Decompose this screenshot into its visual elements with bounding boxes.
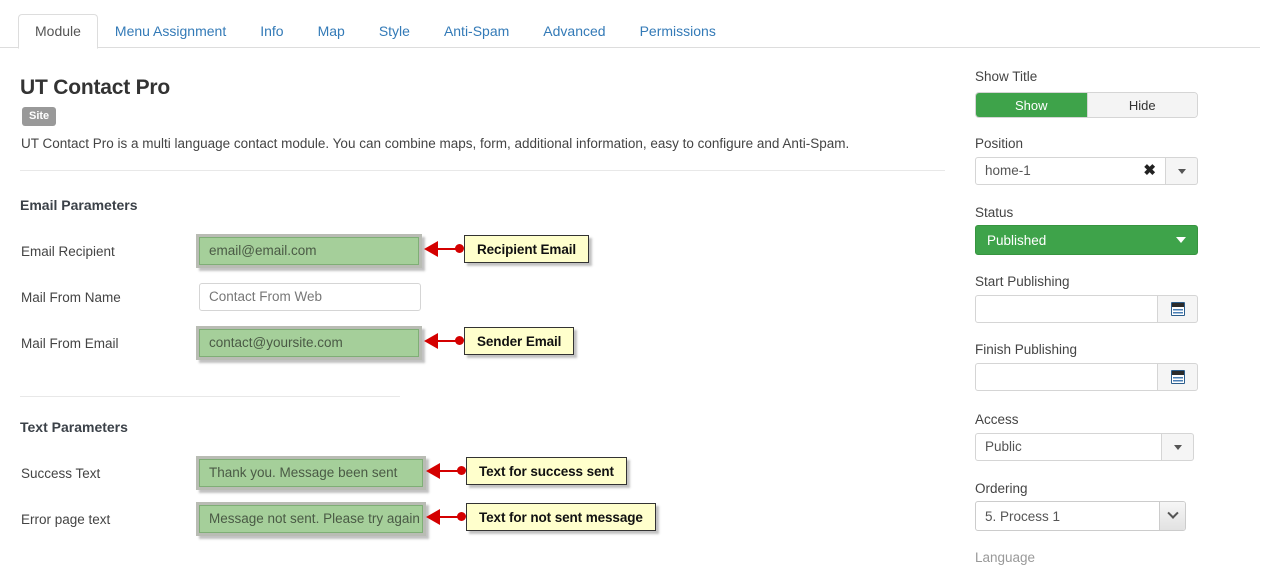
main-panel: UT Contact Pro Site UT Contact Pro is a … — [0, 48, 960, 571]
callout-label-recipient: Recipient Email — [464, 235, 590, 263]
select-status[interactable]: Published — [975, 225, 1198, 255]
tab-permissions[interactable]: Permissions — [623, 14, 733, 49]
app-root: Module Menu Assignment Info Map Style An… — [0, 0, 1280, 571]
position-value[interactable]: home-1 ✖ — [975, 157, 1166, 185]
tab-bar: Module Menu Assignment Info Map Style An… — [0, 0, 1280, 49]
label-ordering: Ordering — [975, 481, 1028, 496]
select-ordering[interactable]: 5. Process 1 — [975, 501, 1186, 531]
label-error-page-text: Error page text — [21, 512, 111, 527]
label-success-text: Success Text — [21, 466, 101, 481]
arrow-dot-icon — [457, 512, 466, 521]
field-start-publishing[interactable] — [975, 295, 1198, 323]
highlight-frame-error-text: Message not sent. Please try again — [196, 502, 426, 536]
callout-recipient-email: Recipient Email — [424, 235, 590, 263]
label-mail-from-name: Mail From Name — [21, 290, 121, 305]
ordering-dropdown-button[interactable] — [1159, 502, 1185, 530]
section-divider-top — [20, 170, 945, 171]
tab-info[interactable]: Info — [243, 14, 300, 49]
tab-map[interactable]: Map — [301, 14, 362, 49]
callout-label-sender: Sender Email — [464, 327, 575, 355]
access-dropdown-button[interactable] — [1162, 433, 1194, 461]
calendar-icon — [1170, 370, 1185, 384]
section-divider-middle — [20, 396, 400, 397]
label-mail-from-email: Mail From Email — [21, 336, 119, 351]
calendar-icon — [1170, 302, 1185, 316]
tab-list: Module Menu Assignment Info Map Style An… — [18, 14, 733, 49]
access-value[interactable]: Public — [975, 433, 1162, 461]
field-position[interactable]: home-1 ✖ — [975, 157, 1198, 185]
callout-arrow-sender — [424, 327, 464, 355]
page-title: UT Contact Pro — [20, 76, 171, 99]
toggle-show-title[interactable]: Show Hide — [975, 92, 1198, 118]
position-value-text: home-1 — [985, 163, 1031, 178]
callout-arrow-success — [426, 457, 466, 485]
chevron-down-icon — [1173, 444, 1182, 450]
callout-sender-email: Sender Email — [424, 327, 575, 355]
highlight-frame-email-recipient: email@email.com — [196, 234, 422, 268]
toggle-option-show[interactable]: Show — [976, 93, 1087, 117]
arrow-dot-icon — [455, 336, 464, 345]
field-access[interactable]: Public — [975, 433, 1194, 461]
input-email-recipient[interactable]: email@email.com — [199, 237, 419, 265]
status-badge: Site — [22, 107, 57, 126]
input-mail-from-email[interactable]: contact@yoursite.com — [199, 329, 419, 357]
finish-publishing-input[interactable] — [975, 363, 1158, 391]
highlight-frame-mail-from-email: contact@yoursite.com — [196, 326, 422, 360]
callout-label-success: Text for success sent — [466, 457, 627, 485]
label-language: Language — [975, 550, 1036, 565]
label-email-recipient: Email Recipient — [21, 244, 115, 259]
label-show-title: Show Title — [975, 69, 1038, 84]
callout-error-text: Text for not sent message — [426, 503, 656, 531]
input-success-text[interactable]: Thank you. Message been sent — [199, 459, 423, 487]
chevron-down-icon — [1176, 237, 1186, 243]
finish-publishing-calendar-button[interactable] — [1158, 363, 1198, 391]
status-value-text: Published — [987, 232, 1047, 248]
callout-success-text: Text for success sent — [426, 457, 627, 485]
tab-advanced[interactable]: Advanced — [526, 14, 622, 49]
label-finish-publishing: Finish Publishing — [975, 342, 1078, 357]
section-title-email-parameters: Email Parameters — [20, 197, 138, 213]
tab-anti-spam[interactable]: Anti-Spam — [427, 14, 526, 49]
arrow-dot-icon — [457, 466, 466, 475]
section-title-text-parameters: Text Parameters — [20, 419, 128, 435]
callout-arrow-recipient — [424, 235, 464, 263]
highlight-frame-success-text: Thank you. Message been sent — [196, 456, 426, 490]
chevron-down-icon — [1166, 507, 1179, 519]
start-publishing-input[interactable] — [975, 295, 1158, 323]
page-description: UT Contact Pro is a multi language conta… — [21, 136, 850, 151]
label-position: Position — [975, 136, 1024, 151]
label-start-publishing: Start Publishing — [975, 274, 1070, 289]
sidebar-panel: Show Title Show Hide Position home-1 ✖ S… — [960, 48, 1280, 571]
position-dropdown-button[interactable] — [1166, 157, 1198, 185]
tab-style[interactable]: Style — [362, 14, 427, 49]
arrow-dot-icon — [455, 244, 464, 253]
input-error-page-text[interactable]: Message not sent. Please try again — [199, 505, 423, 533]
callout-arrow-error — [426, 503, 466, 531]
callout-label-error: Text for not sent message — [466, 503, 656, 531]
label-access: Access — [975, 412, 1019, 427]
ordering-value-text: 5. Process 1 — [985, 508, 1061, 524]
toggle-option-hide[interactable]: Hide — [1086, 93, 1197, 117]
chevron-down-icon — [1177, 168, 1186, 174]
label-status: Status — [975, 205, 1014, 220]
access-value-text: Public — [985, 439, 1022, 454]
clear-icon[interactable]: ✖ — [1135, 163, 1156, 178]
tab-module[interactable]: Module — [18, 14, 98, 49]
field-finish-publishing[interactable] — [975, 363, 1198, 391]
start-publishing-calendar-button[interactable] — [1158, 295, 1198, 323]
input-mail-from-name[interactable]: Contact From Web — [199, 283, 421, 311]
tab-menu-assignment[interactable]: Menu Assignment — [98, 14, 243, 49]
